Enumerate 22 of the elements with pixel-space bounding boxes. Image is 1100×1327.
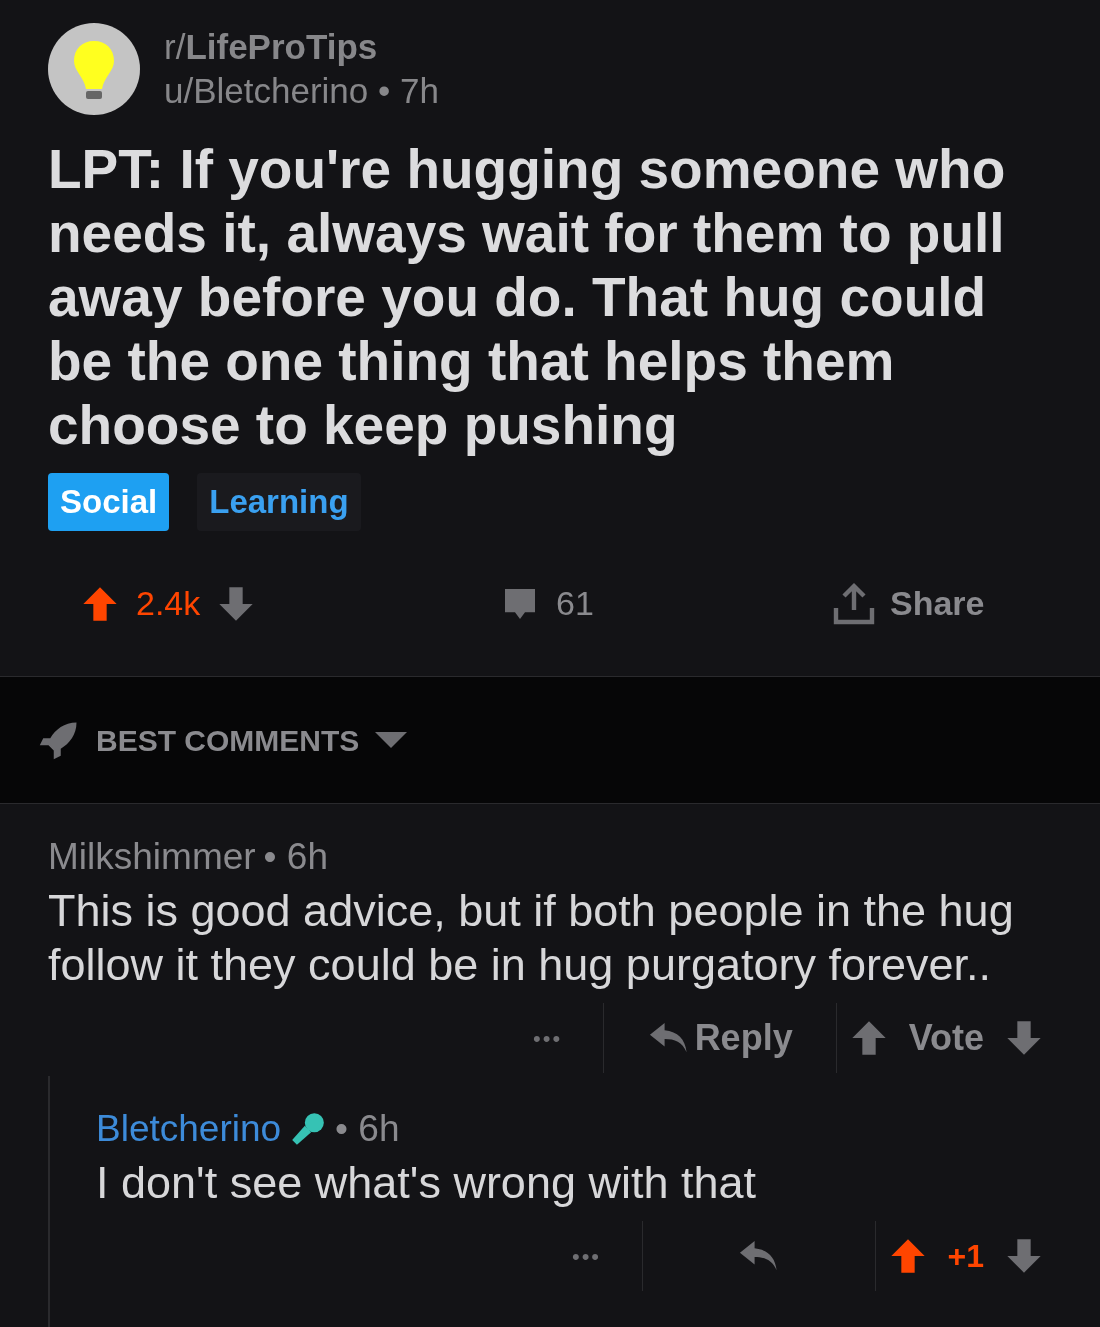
flair-tag[interactable]: Social	[48, 473, 170, 531]
comments-button[interactable]: 61	[500, 578, 830, 629]
comment-body: I don't see what's wrong with that	[96, 1156, 758, 1210]
lightbulb-avatar-icon[interactable]	[48, 23, 140, 115]
comment-author[interactable]: Bletcherino	[96, 1106, 282, 1152]
share-button[interactable]: Share	[830, 578, 985, 629]
vote-label: Vote	[908, 1016, 984, 1060]
dropdown-caret-icon	[375, 730, 408, 750]
more-options-button[interactable]: •••	[531, 1239, 642, 1273]
post-score: 2.4k	[136, 583, 201, 624]
comment-author[interactable]: Milkshimmer	[48, 834, 256, 880]
post-title: LPT: If you're hugging someone who needs it, always wait for them to pull away before you do. That hug could be the one thing that helps them choose to keep pushing	[48, 137, 1007, 457]
comment-age: • 6h	[335, 1107, 400, 1151]
post-byline: u/Bletcherino • 7h	[164, 70, 439, 112]
more-options-button[interactable]: •••	[492, 1021, 603, 1055]
flair-tag[interactable]: Learning	[197, 473, 361, 531]
sort-comments-button[interactable]: BEST COMMENTS	[38, 717, 408, 763]
subreddit-name[interactable]: r/LifeProTips	[164, 25, 439, 69]
comment-score: +1	[947, 1237, 984, 1276]
comment-body: This is good advice, but if both people in the hug follow it they could be in hug purgatory forever..	[48, 884, 1015, 992]
reply-button[interactable]: Reply	[603, 1011, 836, 1065]
comment-age: • 6h	[263, 835, 328, 879]
